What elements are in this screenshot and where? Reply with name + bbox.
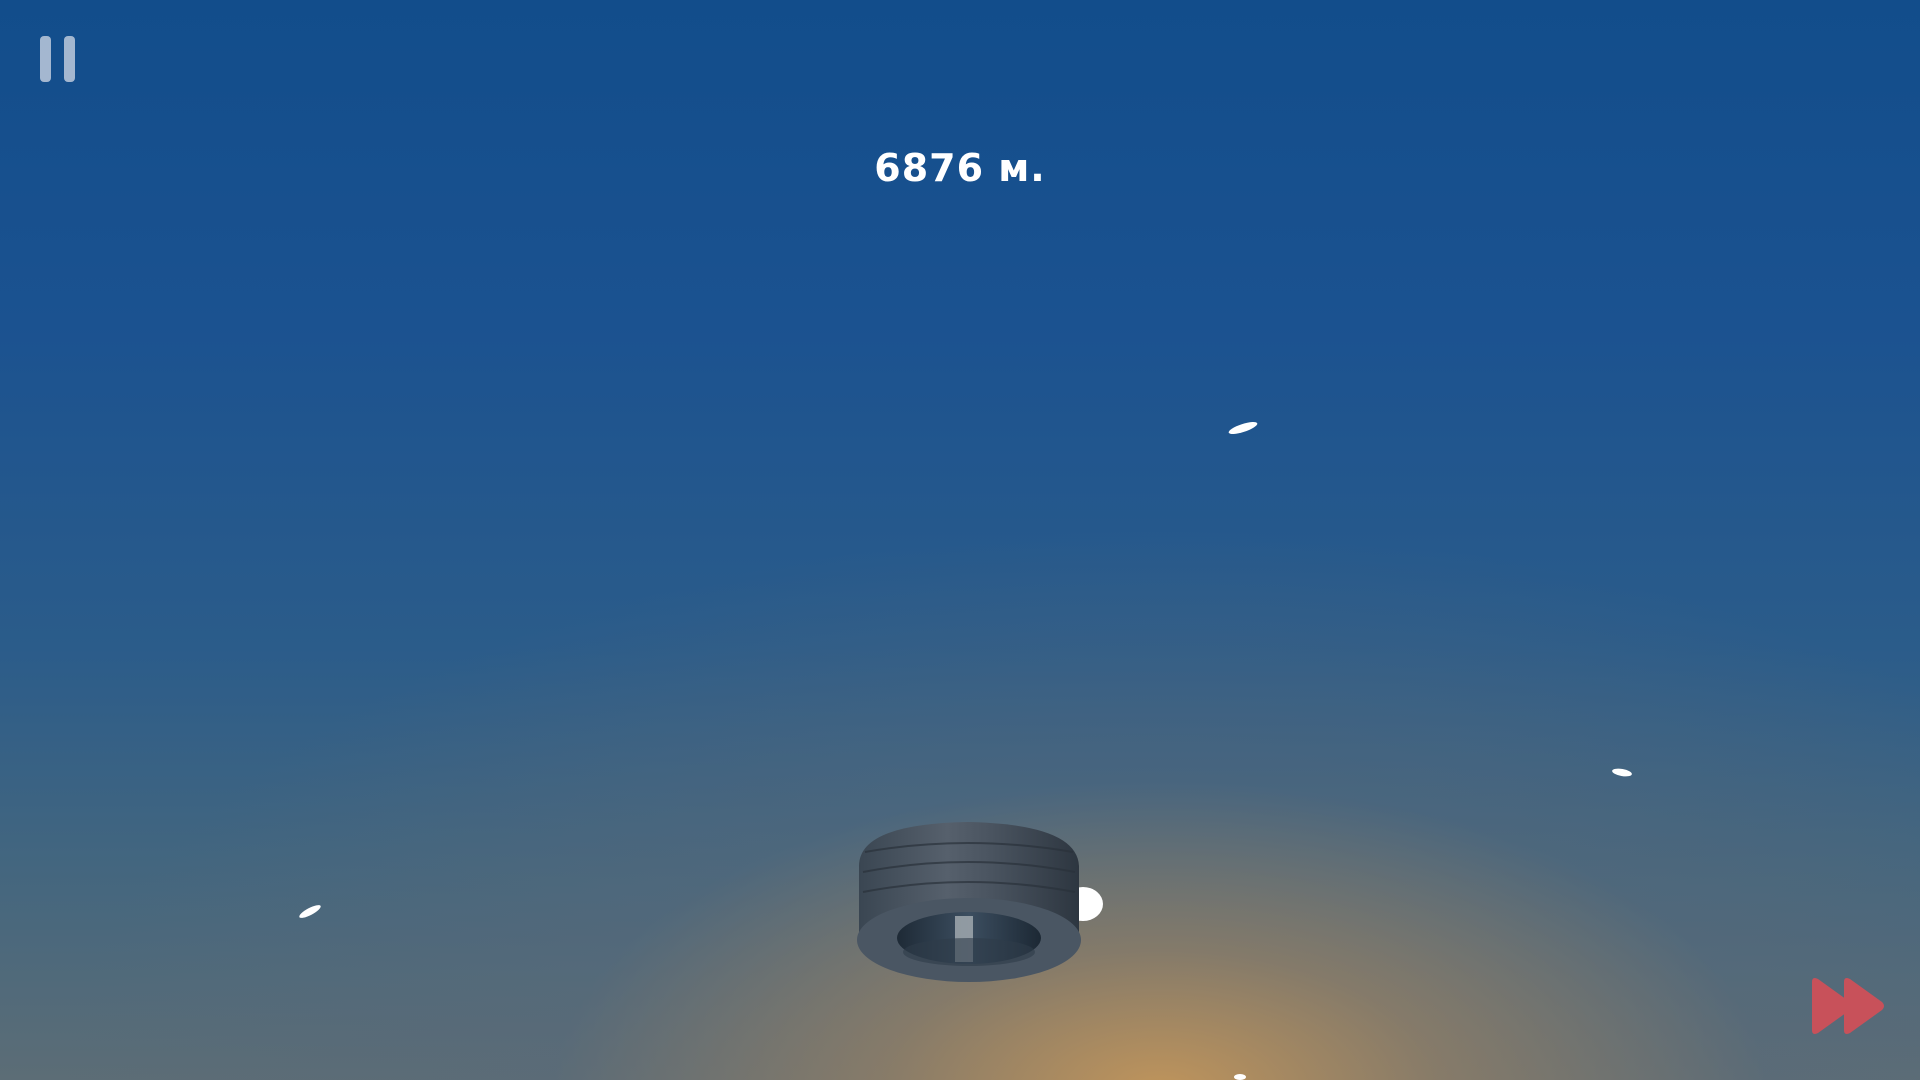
pause-button[interactable] <box>40 36 76 82</box>
tire-player <box>857 822 1103 982</box>
pause-icon <box>40 36 51 82</box>
fast-forward-icon <box>1812 978 1884 1034</box>
distance-counter: 6876 м. <box>874 146 1046 190</box>
feather-particle <box>1234 1074 1246 1080</box>
fast-forward-button[interactable] <box>1808 976 1886 1036</box>
pause-icon-bar <box>64 36 75 82</box>
